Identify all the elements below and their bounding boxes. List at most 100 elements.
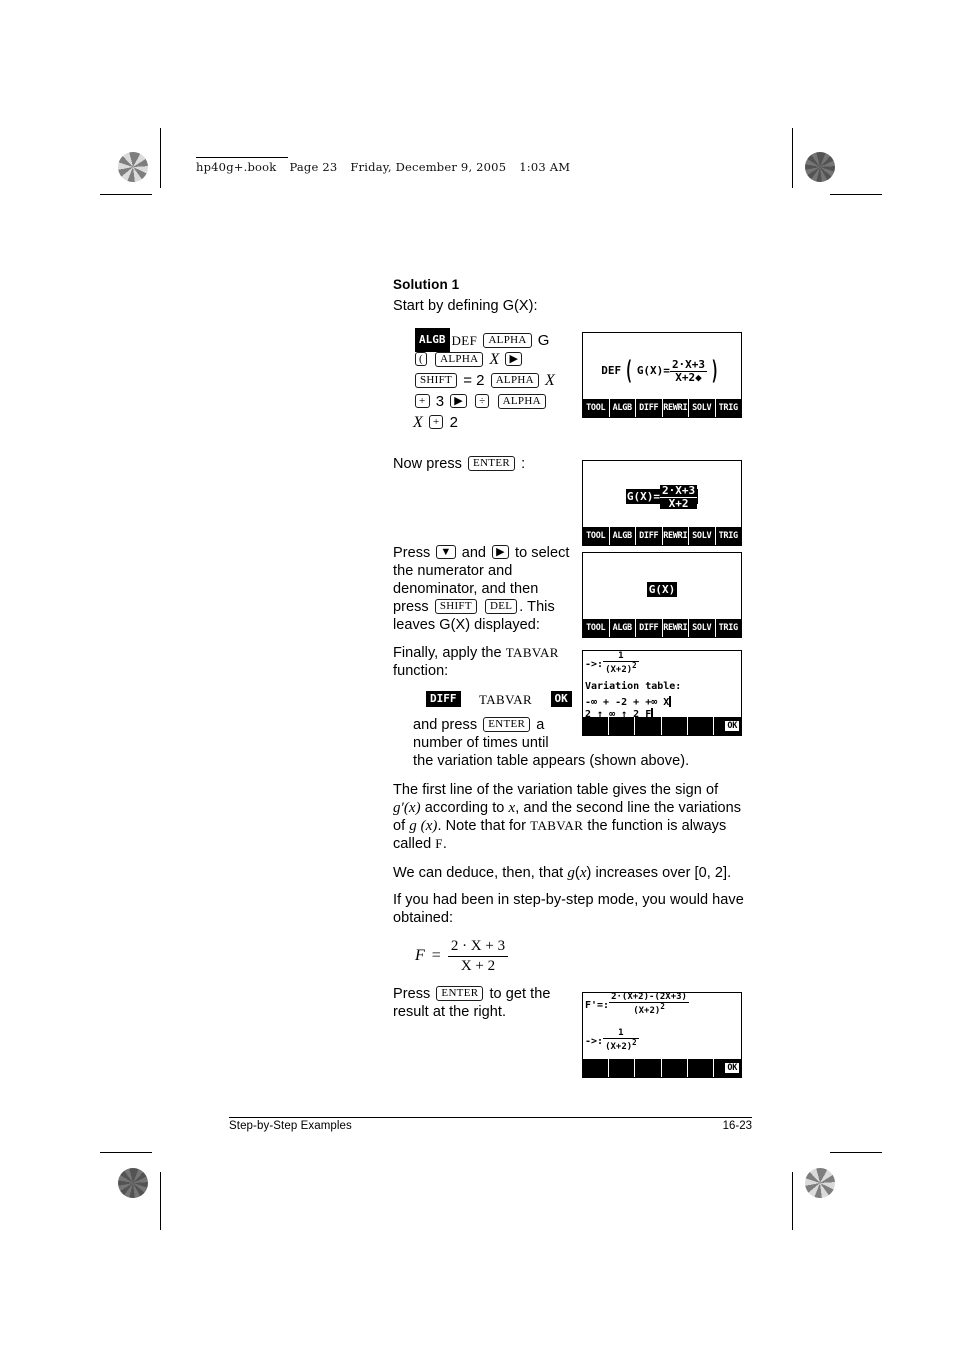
menu-trig[interactable]: TRIG [716, 399, 742, 417]
menu-diff[interactable]: DIFF [636, 399, 663, 417]
menu-blank-3[interactable] [635, 1059, 662, 1077]
right-arrow-key[interactable]: ▶ [450, 394, 467, 408]
slug-time: 1:03 AM [519, 160, 571, 174]
menu-solv[interactable]: SOLV [689, 527, 716, 545]
g-prime-x: g′ [393, 800, 404, 816]
slug-line: hp40g+.book Page 23 Friday, December 9, 20… [196, 160, 626, 174]
dr-denominator-1: (X+2)2 [609, 1002, 689, 1016]
menu-trig[interactable]: TRIG [716, 619, 742, 637]
menu-blank-1[interactable] [583, 717, 610, 735]
explain-note: . Note that for [437, 818, 531, 834]
trim-line-top-right-v [792, 128, 793, 188]
def-numerator: 2·X+3 [671, 358, 706, 371]
tabvar-label: TABVAR [478, 692, 533, 707]
shift-key[interactable]: SHIFT [415, 373, 458, 388]
plus-key[interactable]: + [415, 394, 430, 408]
halftone-target-bottom-left [118, 1168, 148, 1198]
def-command: DEF [451, 333, 478, 348]
menu-blank-2[interactable] [609, 1059, 636, 1077]
now-press-label: Now press [393, 456, 462, 472]
calculator-screen-derivative-result[interactable]: F'=: 2·(X+2)-(2X+3) (X+2)2 ->: 1 (X+2)2 OK [582, 992, 742, 1078]
down-arrow-key[interactable]: ▼ [436, 545, 456, 559]
press-enter-line1: Press ENTER to get the [393, 985, 568, 1003]
calculator-screen-def[interactable]: DEF(G(X)= 2·X+3 X+2◆) TOOL ALGB DIFF REWRI… [582, 332, 742, 418]
divide-key[interactable]: ÷ [475, 394, 490, 408]
screen-menu-bar[interactable]: TOOL ALGB DIFF REWRI SOLV TRIG [583, 619, 741, 637]
shift-key[interactable]: SHIFT [434, 599, 477, 614]
function-label: function: [393, 663, 449, 679]
keystroke-row: ALGB DEF ALPHA G [413, 328, 573, 352]
menu-trig[interactable]: TRIG [716, 527, 742, 545]
vt-arrow-prefix: ->: [585, 658, 604, 670]
calculator-screen-gx-only[interactable]: G(X) TOOL ALGB DIFF REWRI SOLV TRIG [582, 552, 742, 638]
plus-key[interactable]: + [428, 415, 444, 429]
ok-key[interactable]: OK [550, 691, 572, 707]
menu-rewri[interactable]: REWRI [663, 619, 689, 637]
press-label-3: Press [393, 986, 431, 1002]
menu-blank-5[interactable] [688, 717, 714, 735]
screen-menu-bar[interactable]: TOOL ALGB DIFF REWRI SOLV TRIG [583, 527, 741, 545]
menu-diff[interactable]: DIFF [636, 619, 663, 637]
menu-algb[interactable]: ALGB [610, 527, 636, 545]
and-press-label: and press [413, 717, 478, 733]
menu-algb[interactable]: ALGB [610, 619, 636, 637]
finally-label: Finally, apply the [393, 645, 502, 661]
right-arrow-key[interactable]: ▶ [492, 545, 509, 559]
menu-blank-2[interactable] [609, 717, 636, 735]
alpha-key[interactable]: ALPHA [483, 333, 532, 348]
open-paren-key[interactable]: ( [415, 352, 427, 366]
menu-blank-3[interactable] [635, 717, 662, 735]
menu-ok[interactable]: OK [714, 717, 741, 735]
stepbystep-line2: obtained: [393, 910, 454, 926]
digit-3: 3 [435, 393, 445, 410]
explain-always: the function is always [583, 818, 727, 834]
right-arrow-key[interactable]: ▶ [505, 352, 523, 366]
explain-line-1: The first line of the variation table gi… [393, 782, 719, 798]
explain-line-3: of g (x). Note that for TABVAR the funct… [393, 817, 755, 835]
screen-menu-bar[interactable]: OK [583, 717, 741, 735]
menu-blank-1[interactable] [583, 1059, 610, 1077]
enter-key[interactable]: ENTER [468, 456, 515, 471]
menu-rewri[interactable]: REWRI [663, 527, 689, 545]
calculator-screen-gx-definition[interactable]: G(X)= 2·X+3 X+2 TOOL ALGB DIFF REWRI SOLV … [582, 460, 742, 546]
menu-ok-label: OK [725, 721, 740, 731]
trim-line-left-h [100, 194, 152, 195]
menu-blank-4[interactable] [662, 717, 688, 735]
digit-2: 2 [449, 414, 458, 431]
menu-solv[interactable]: SOLV [689, 399, 716, 417]
menu-algb[interactable]: ALGB [610, 399, 636, 417]
menu-tool[interactable]: TOOL [583, 399, 610, 417]
select-line2: the numerator and [393, 563, 513, 579]
screen-menu-bar[interactable]: TOOL ALGB DIFF REWRI SOLV TRIG [583, 399, 741, 417]
menu-solv[interactable]: SOLV [689, 619, 716, 637]
dr-line1-lhs: F'=: [585, 999, 610, 1011]
menu-ok[interactable]: OK [714, 1059, 741, 1077]
def-lhs: G(X)= [636, 364, 670, 378]
screen-area: ->: 1 (X+2)2 Variation table: -∞ + -2 + +∞… [583, 651, 741, 717]
called-label: called [393, 836, 432, 852]
registration-mark-bottom-right [757, 1168, 791, 1202]
printed-page: hp40g+.book Page 23 Friday, December 9, 20… [0, 0, 954, 1350]
equation-numerator: 2 · X + 3 [450, 938, 506, 954]
menu-blank-5[interactable] [688, 1059, 714, 1077]
menu-diff[interactable]: DIFF [636, 527, 663, 545]
diff-key[interactable]: DIFF [426, 691, 461, 707]
registration-mark-top-right [757, 152, 791, 186]
calculator-screen-variation-table[interactable]: ->: 1 (X+2)2 Variation table: -∞ + -2 + +∞… [582, 650, 742, 736]
alpha-key[interactable]: ALPHA [435, 352, 484, 367]
slug-file: hp40g+.book [196, 160, 277, 174]
intro-text: Start by defining G(X): [393, 298, 538, 314]
menu-rewri[interactable]: REWRI [663, 399, 689, 417]
alpha-key[interactable]: ALPHA [490, 373, 539, 388]
enter-key[interactable]: ENTER [483, 717, 531, 732]
vt-den-exponent: 2 [632, 661, 637, 671]
trim-line-right-h-lower [830, 1152, 882, 1153]
menu-tool[interactable]: TOOL [583, 619, 610, 637]
enter-key[interactable]: ENTER [436, 986, 484, 1001]
menu-blank-4[interactable] [662, 1059, 688, 1077]
alpha-key[interactable]: ALPHA [497, 394, 546, 409]
del-key[interactable]: DEL [484, 599, 518, 614]
screen-menu-bar[interactable]: OK [583, 1059, 741, 1077]
menu-tool[interactable]: TOOL [583, 527, 610, 545]
keystroke-row: SHIFT = 2 ALPHA X [413, 370, 573, 391]
